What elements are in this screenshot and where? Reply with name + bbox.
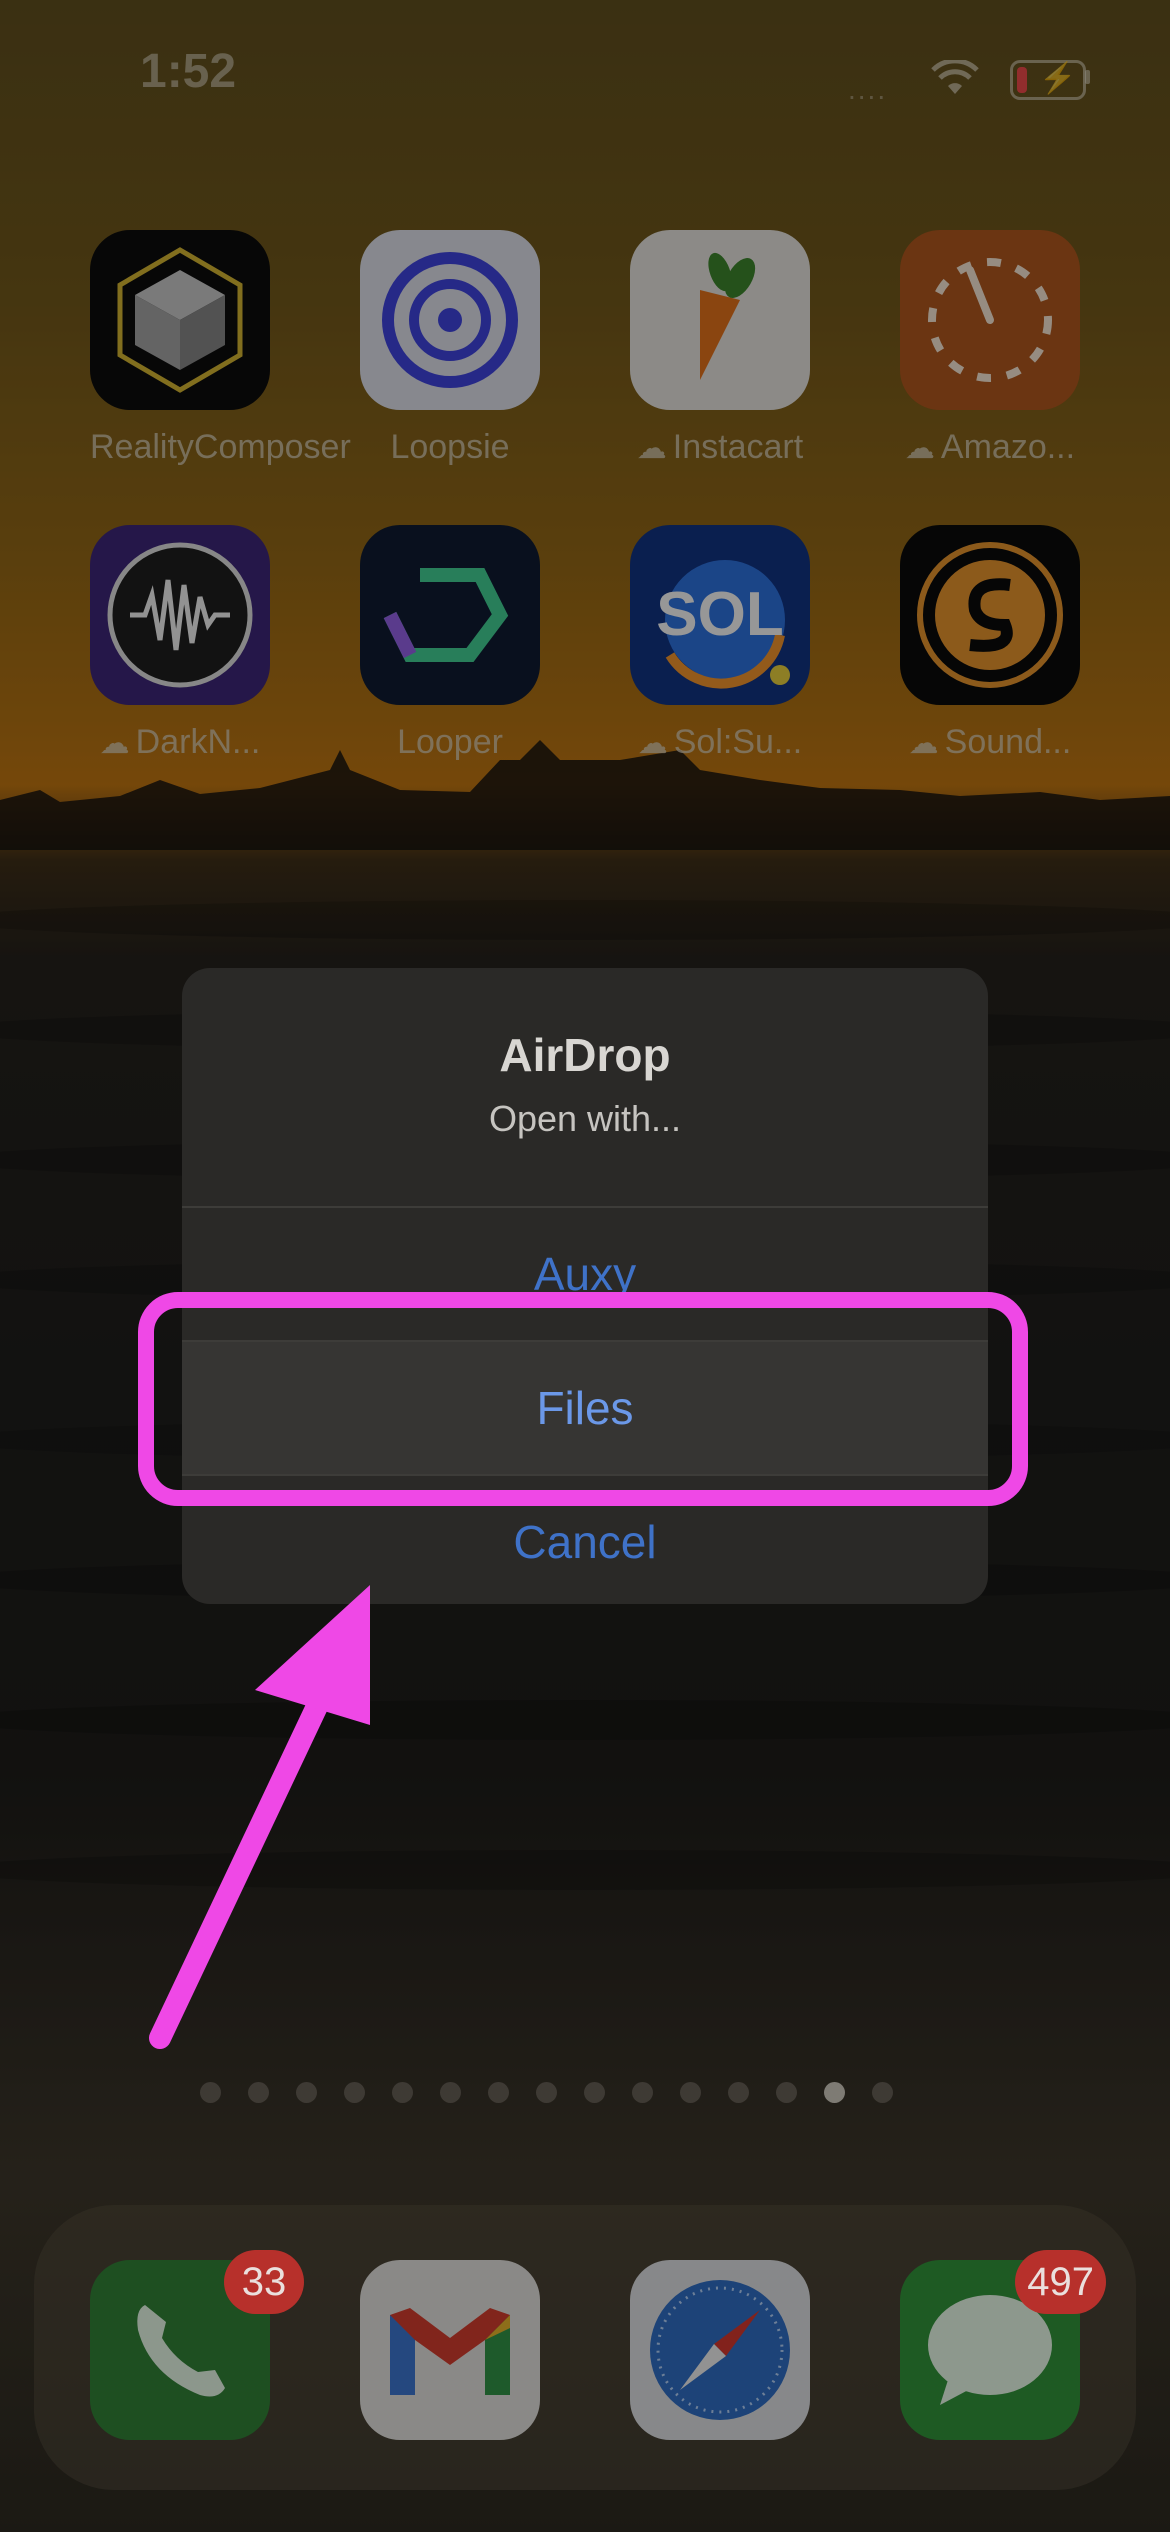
- arrow-pointer-icon: [149, 1585, 370, 2049]
- notification-badge: 497: [1015, 2250, 1106, 2314]
- notification-badge: 33: [224, 2250, 304, 2314]
